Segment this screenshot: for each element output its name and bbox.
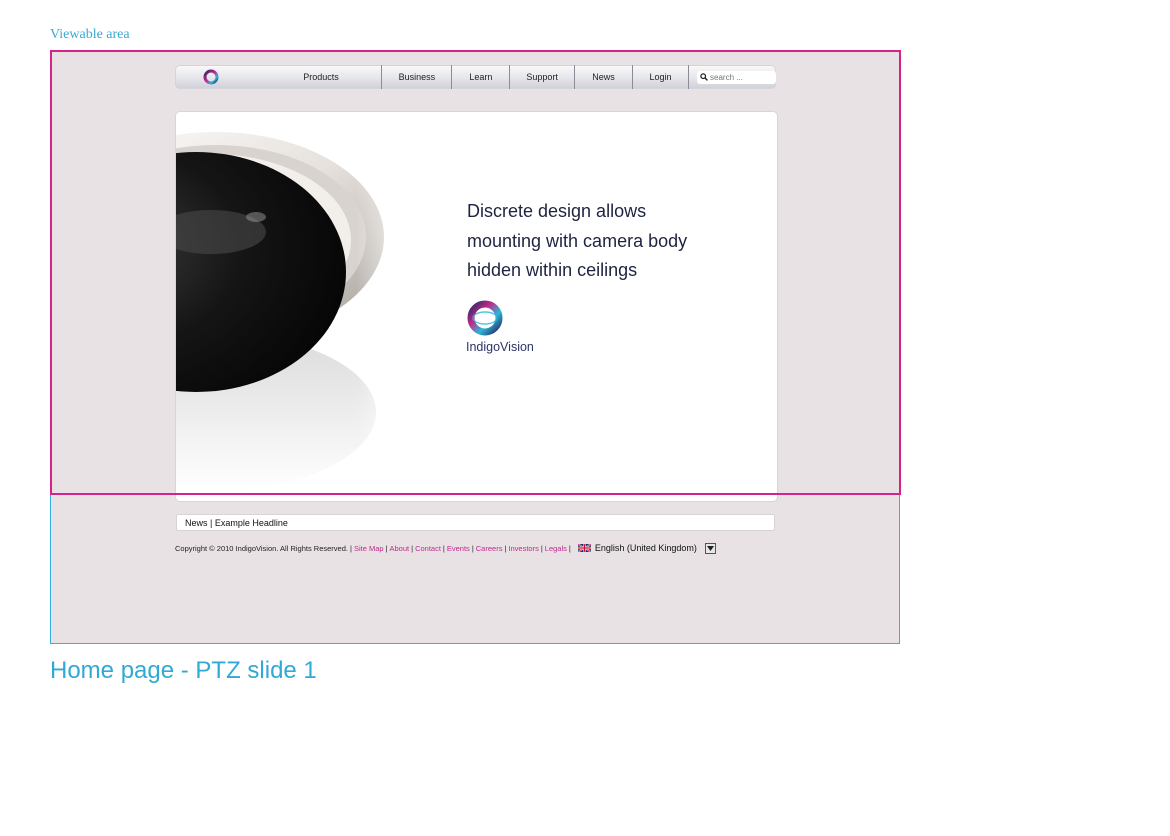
footer-link-about[interactable]: About xyxy=(390,544,410,553)
nav-item-login[interactable]: Login xyxy=(633,65,689,89)
uk-flag-icon xyxy=(577,544,591,552)
news-ticker[interactable]: News | Example Headline xyxy=(176,514,775,531)
hero-slide[interactable]: Discrete design allows mounting with cam… xyxy=(175,111,778,502)
footer-link-contact[interactable]: Contact xyxy=(415,544,441,553)
nav-item-learn[interactable]: Learn xyxy=(452,65,511,89)
news-headline: News | Example Headline xyxy=(185,517,288,528)
nav-item-news[interactable]: News xyxy=(575,65,633,89)
search-box xyxy=(697,70,776,84)
footer-link-careers[interactable]: Careers xyxy=(476,544,503,553)
footer-link-events[interactable]: Events xyxy=(447,544,470,553)
footer-link-site-map[interactable]: Site Map xyxy=(354,544,384,553)
viewable-area-label: Viewable area xyxy=(50,27,130,42)
nav-logo[interactable] xyxy=(175,65,261,89)
hero-headline: Discrete design allows mounting with cam… xyxy=(467,201,688,280)
footer-link-investors[interactable]: Investors xyxy=(508,544,538,553)
nav-item-business[interactable]: Business xyxy=(382,65,453,89)
nav-item-products[interactable]: Products xyxy=(261,65,383,89)
search-input[interactable] xyxy=(710,72,776,82)
slide-caption: Home page - PTZ slide 1 xyxy=(50,657,317,684)
dropdown-arrow-icon[interactable] xyxy=(704,542,716,554)
site-footer: Copyright © 2010 IndigoVision. All Right… xyxy=(175,541,777,555)
top-navigation: Products Business Learn Support News Log… xyxy=(175,65,776,89)
footer-link-legals[interactable]: Legals xyxy=(545,544,567,553)
search-icon xyxy=(700,73,708,81)
indigovision-logo-icon xyxy=(467,300,503,336)
brand-name: IndigoVision xyxy=(466,340,534,354)
nav-item-support[interactable]: Support xyxy=(510,65,576,89)
language-selector[interactable]: English (United Kingdom) xyxy=(577,542,716,554)
indigovision-ring-icon xyxy=(203,69,219,85)
language-label: English (United Kingdom) xyxy=(594,543,697,553)
dome-camera-image xyxy=(176,112,416,501)
copyright-text: Copyright © 2010 IndigoVision. All Right… xyxy=(175,543,348,553)
